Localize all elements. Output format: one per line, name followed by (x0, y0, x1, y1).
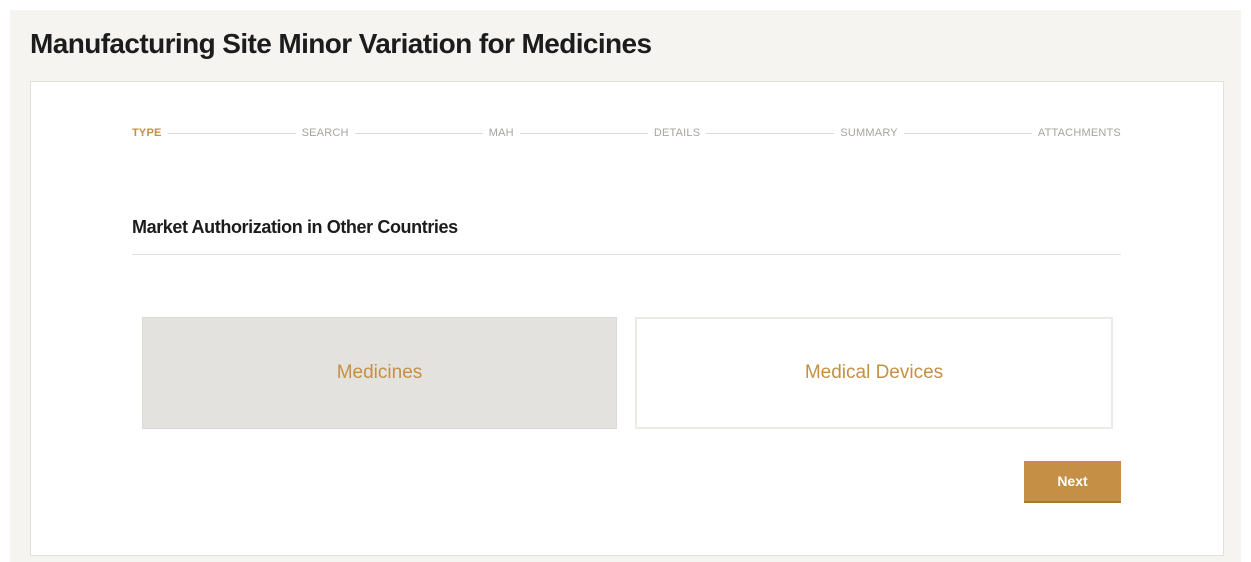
step-connector (706, 132, 835, 134)
step-mah[interactable]: MAH (489, 127, 514, 139)
option-medicines[interactable]: Medicines (142, 317, 617, 429)
step-connector (167, 132, 296, 134)
option-medicines-label: Medicines (336, 362, 423, 383)
step-type[interactable]: TYPE (132, 127, 162, 139)
next-button[interactable]: Next (1024, 461, 1121, 503)
section-title: Market Authorization in Other Countries (132, 217, 458, 237)
step-connector (903, 132, 1032, 134)
page-background: Manufacturing Site Minor Variation for M… (10, 10, 1241, 562)
step-search[interactable]: SEARCH (302, 127, 349, 139)
option-medical-devices[interactable]: Medical Devices (635, 317, 1113, 429)
step-attachments[interactable]: ATTACHMENTS (1038, 127, 1121, 139)
step-connector (519, 132, 648, 134)
step-summary[interactable]: SUMMARY (840, 127, 897, 139)
page-title: Manufacturing Site Minor Variation for M… (30, 28, 652, 59)
option-medical-devices-label: Medical Devices (804, 362, 944, 383)
step-details[interactable]: DETAILS (654, 127, 700, 139)
form-card: TYPE SEARCH MAH DETAILS SUMMARY ATTACHME… (30, 81, 1224, 556)
progress-stepper: TYPE SEARCH MAH DETAILS SUMMARY ATTACHME… (132, 126, 1121, 140)
step-connector (354, 132, 483, 134)
section-divider (132, 254, 1121, 255)
